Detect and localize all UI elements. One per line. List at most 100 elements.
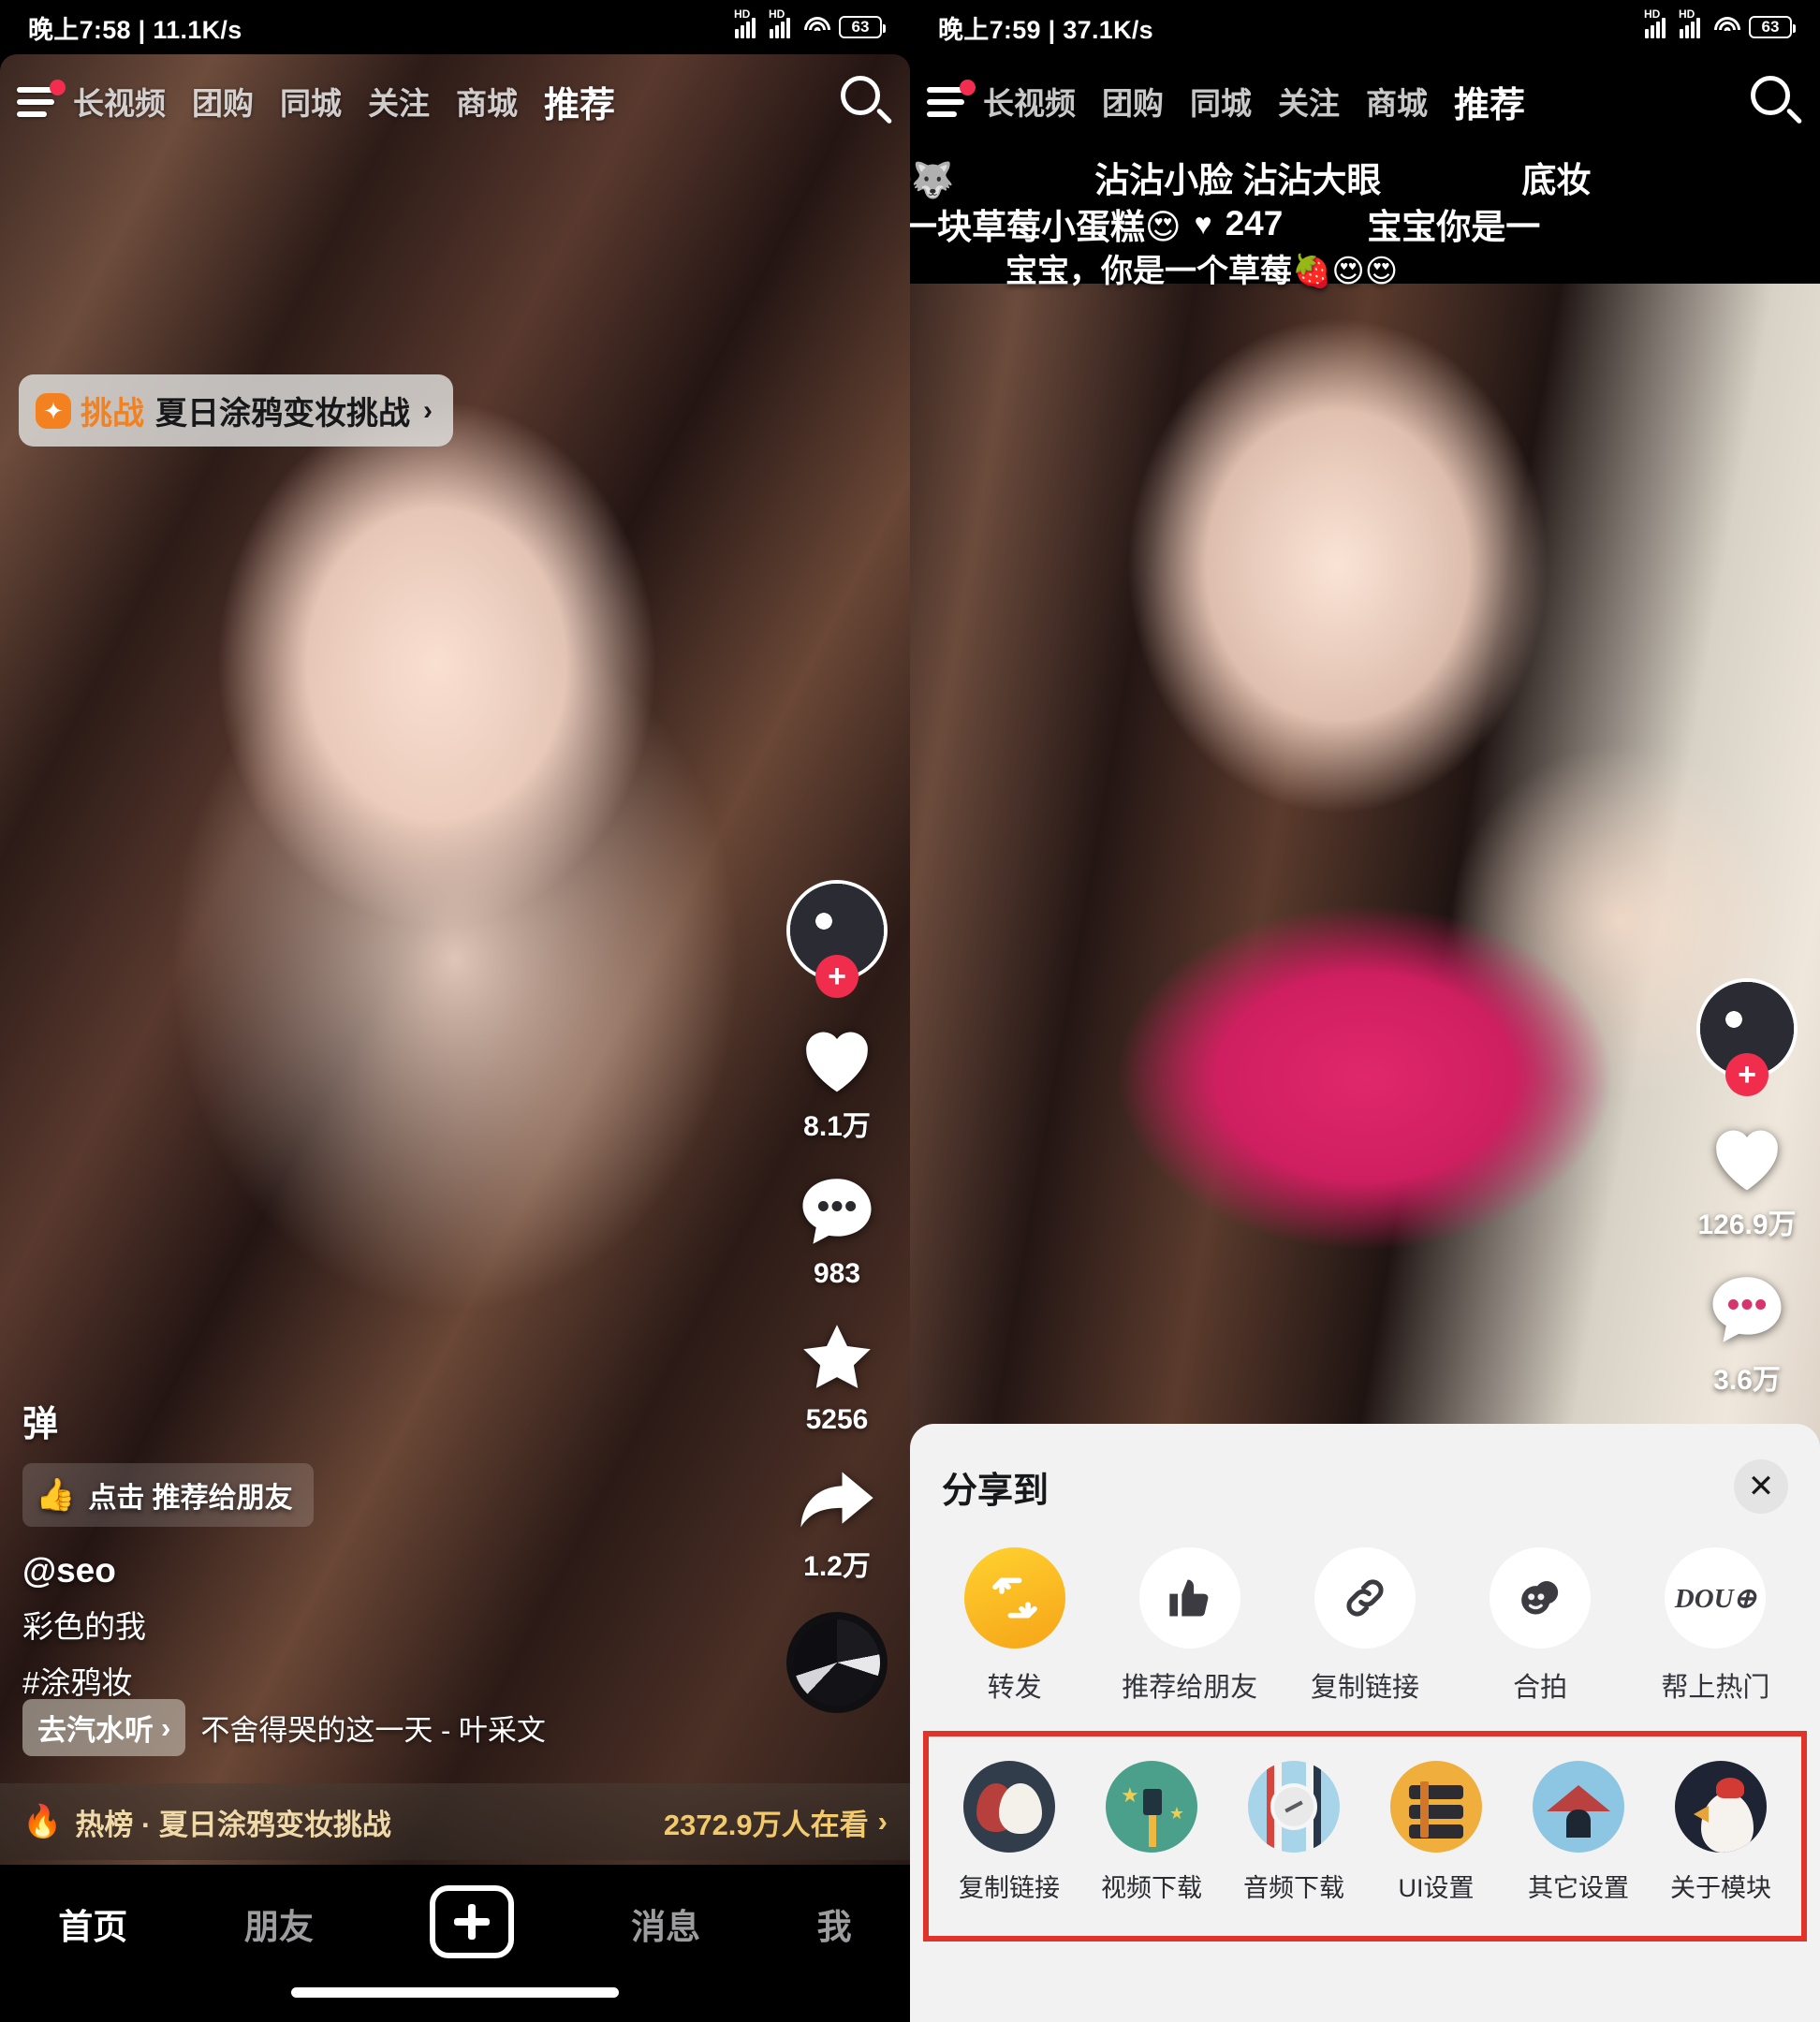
danmu-row-1: 嫂子好🐺 沾沾小脸 沾沾大眼 底妆 [910, 152, 1591, 202]
share-item-recommend[interactable]: 推荐给朋友 [1120, 1547, 1260, 1705]
nav-tab-tuangou[interactable]: 团购 [179, 79, 267, 124]
close-icon[interactable]: ✕ [1734, 1459, 1788, 1514]
nav-tab-tuijian-label: 推荐 [544, 85, 616, 125]
top-nav-right: 长视频 团购 同城 关注 商城 推荐 ⇌ [910, 54, 1820, 148]
module-item-ui-settings[interactable]: UI设置 [1371, 1761, 1502, 1904]
nav-tab-tuijian[interactable]: 推荐 ⇌ [1441, 76, 1538, 127]
caption-line-1: 彩色的我 [22, 1609, 146, 1644]
signal-bars-2-icon: HD [1679, 8, 1706, 38]
follow-plus-button[interactable]: + [815, 955, 859, 998]
nav-tab-tongcheng[interactable]: 同城 [1177, 79, 1265, 124]
like-count: 126.9万 [1697, 1209, 1797, 1240]
author-avatar-wrap[interactable]: + [786, 880, 888, 998]
chicken-icon [1675, 1761, 1767, 1853]
status-icons-right: HD HD 63 [1644, 8, 1796, 38]
share-label: 合拍 [1513, 1673, 1568, 1703]
like-button[interactable]: 126.9万 [1697, 1119, 1797, 1242]
danmu-item: 沾沾小脸 沾沾大眼 [1094, 161, 1382, 199]
module-label: 音频下载 [1243, 1874, 1344, 1902]
search-icon[interactable] [835, 72, 893, 130]
battery-icon: 63 [1749, 16, 1796, 38]
hamburger-menu-icon[interactable] [17, 80, 66, 119]
hot-list-bar[interactable]: 🔥 热榜 · 夏日涂鸦变妆挑战 2372.9万人在看 › [0, 1783, 910, 1860]
theater-masks-icon [963, 1761, 1055, 1853]
nav-tab-shangcheng[interactable]: 商城 [443, 79, 531, 124]
nav-tab-tuijian[interactable]: 推荐 ⇌ [531, 76, 628, 127]
module-item-copy-link[interactable]: 复制链接 [944, 1761, 1075, 1904]
author-username[interactable]: @seo [22, 1551, 314, 1590]
status-icons: HD HD 63 [734, 8, 886, 38]
share-item-dou-plus[interactable]: DOU⊕ 帮上热门 [1645, 1547, 1785, 1705]
module-label: 复制链接 [959, 1874, 1060, 1902]
hamburger-menu-icon[interactable] [927, 80, 976, 119]
danmu-item: 宝宝你是一 [1367, 208, 1541, 246]
share-arrow-icon [800, 1472, 873, 1528]
module-item-other-settings[interactable]: 其它设置 [1513, 1761, 1644, 1904]
nav-tab-tuangou[interactable]: 团购 [1089, 79, 1177, 124]
music-disc-icon[interactable] [786, 1612, 888, 1713]
thumbs-up-icon [1138, 1547, 1240, 1648]
module-item-audio-download[interactable]: 音频下载 [1228, 1761, 1359, 1904]
create-post-button[interactable] [430, 1885, 515, 1958]
left-phone-screen: 晚上7:58 | 11.1K/s HD HD 63 长视频 团购 同城 关注 商… [0, 0, 910, 2022]
share-item-duet[interactable]: 合拍 [1470, 1547, 1610, 1705]
danmu-item: 嫂子好🐺 [910, 161, 955, 199]
signal-bars-1-icon: HD [1644, 8, 1671, 38]
hot-viewer-count: 2372.9万人在看 [663, 1808, 869, 1841]
comment-button[interactable]: 983 [796, 1172, 878, 1290]
search-icon[interactable] [1745, 72, 1803, 130]
share-sheet-title: 分享到 [942, 1471, 1049, 1511]
nav-tab-tuijian-label: 推荐 [1454, 85, 1526, 125]
menu-badge-dot [960, 80, 976, 95]
like-button[interactable]: 8.1万 [796, 1020, 878, 1144]
nav-tab-guanzhu[interactable]: 关注 [355, 79, 443, 124]
hot-list-text: 热榜 · 夏日涂鸦变妆挑战 [75, 1808, 391, 1841]
nav-tab-changshipin[interactable]: 长视频 [69, 79, 179, 124]
module-item-video-download[interactable]: ★ ★ 视频下载 [1086, 1761, 1217, 1904]
music-bar-left[interactable]: 去汽水听 › 不舍得哭的这一天 - 叶采文 [22, 1699, 546, 1756]
favorite-button[interactable]: 5256 [796, 1318, 878, 1436]
signal-bars-2-icon: HD [769, 8, 796, 38]
tab-home[interactable]: 首页 [58, 1885, 127, 1949]
status-time: 晚上7:59 [938, 15, 1041, 44]
danmu-item: 宝宝，你是一个草莓🍓😍😍 [1005, 254, 1399, 289]
house-icon [1533, 1761, 1624, 1853]
wristwatch-icon [1248, 1761, 1340, 1853]
share-targets-row: 转发 推荐给朋友 复制链接 合拍 DOU⊕ 帮上热门 [910, 1523, 1820, 1731]
battery-percent: 63 [851, 18, 870, 36]
tab-friends[interactable]: 朋友 [244, 1885, 314, 1949]
follow-plus-button[interactable]: + [1725, 1053, 1769, 1096]
tab-messages[interactable]: 消息 [631, 1885, 700, 1949]
author-avatar-wrap[interactable]: + [1696, 978, 1798, 1096]
share-sheet-header: 分享到 ✕ [910, 1424, 1820, 1523]
fire-icon: 🔥 [22, 1804, 63, 1839]
hd-label-1: HD [1644, 7, 1661, 21]
menu-badge-dot [50, 80, 66, 95]
bullet-comment-tag[interactable]: 弹 [22, 1395, 314, 1446]
status-separator: | [138, 15, 146, 44]
nav-tab-shangcheng[interactable]: 商城 [1353, 79, 1441, 124]
music-title: 不舍得哭的这一天 - 叶采文 [200, 1714, 546, 1747]
module-item-about[interactable]: 关于模块 [1655, 1761, 1786, 1904]
comment-button[interactable]: 3.6万 [1706, 1270, 1788, 1398]
challenge-flower-icon [36, 392, 71, 429]
share-item-copy-link[interactable]: 复制链接 [1295, 1547, 1435, 1705]
nav-tab-tongcheng[interactable]: 同城 [267, 79, 355, 124]
tab-me[interactable]: 我 [817, 1885, 852, 1949]
caption-hashtag[interactable]: #涂鸦妆 [22, 1658, 314, 1703]
signal-bars-1-icon: HD [734, 8, 761, 38]
danmu-row-3: 你是草莓小蛋糕！ 宝宝，你是一个草莓🍓😍😍 [910, 245, 1398, 291]
share-label: 帮上热门 [1661, 1673, 1770, 1703]
status-network-speed: 11.1K/s [153, 15, 242, 44]
danmu-item-liked: 宝宝宝宝你是一块草莓小蛋糕😍 ♥ 247 [910, 198, 1283, 249]
share-button[interactable]: 1.2万 [794, 1464, 880, 1584]
share-item-repost[interactable]: 转发 [945, 1547, 1085, 1705]
recommend-to-friends-pill[interactable]: 👍 点击 推荐给朋友 [22, 1463, 314, 1527]
nav-tab-guanzhu[interactable]: 关注 [1265, 79, 1353, 124]
nav-tab-changshipin[interactable]: 长视频 [979, 79, 1089, 124]
comment-count: 3.6万 [1713, 1365, 1781, 1396]
module-label: 关于模块 [1670, 1874, 1771, 1902]
chevron-right-icon: › [161, 1710, 171, 1744]
go-to-music-app-pill[interactable]: 去汽水听 › [22, 1699, 186, 1756]
challenge-chip[interactable]: 挑战 夏日涂鸦变妆挑战 › [19, 374, 453, 447]
